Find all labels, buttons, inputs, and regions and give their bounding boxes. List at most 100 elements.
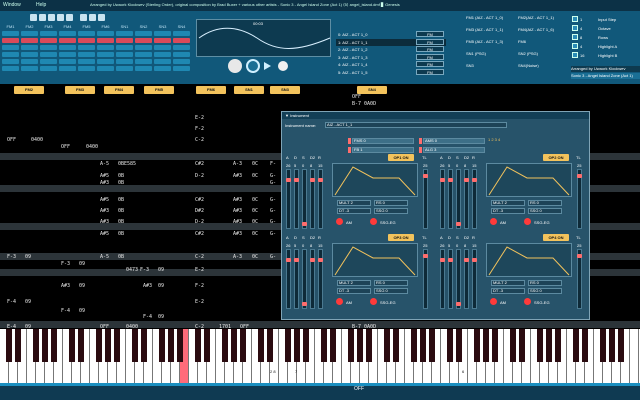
channel-header-fm5[interactable]: FM5 [144, 86, 174, 94]
tracker-cell[interactable]: 09 [158, 267, 164, 273]
piano-black-key[interactable] [330, 329, 336, 362]
matrix-cell[interactable] [59, 59, 76, 64]
am-toggle[interactable] [490, 218, 497, 225]
matrix-cell[interactable] [116, 38, 133, 43]
tl-slider[interactable] [423, 169, 428, 229]
piano-black-key[interactable] [159, 329, 165, 362]
tracker-cell[interactable]: 0B [118, 254, 124, 260]
matrix-cell[interactable] [135, 52, 152, 57]
tracker-cell[interactable]: 0C [252, 161, 258, 167]
tl-slider[interactable] [577, 249, 582, 309]
param-slider[interactable] [464, 249, 469, 309]
dt-field[interactable]: DT -3 [337, 208, 371, 214]
slider-knob[interactable] [456, 302, 461, 306]
tracker-cell[interactable]: OFF [352, 94, 361, 100]
matrix-cell[interactable] [154, 31, 171, 36]
slider-knob[interactable] [577, 254, 582, 258]
piano-black-key[interactable] [321, 329, 327, 362]
rs-field[interactable]: RS 0 [528, 280, 562, 286]
tracker-cell[interactable]: F-3 [140, 267, 149, 273]
matrix-cell[interactable] [116, 66, 133, 71]
tracker-cell[interactable]: D-2 [195, 173, 204, 179]
tracker-cell[interactable]: F-4 [61, 308, 70, 314]
am-toggle[interactable] [336, 298, 343, 305]
ssg-eg-toggle[interactable] [370, 298, 377, 305]
tracker-cell[interactable]: E-2 [195, 115, 204, 121]
tracker-cell[interactable]: 09 [25, 299, 31, 305]
pattern-matrix[interactable] [0, 31, 190, 77]
piano-black-key[interactable] [474, 329, 480, 362]
tracker-cell[interactable]: 0B [118, 180, 124, 186]
instrument-item[interactable]: 4: AIZ - ACT 1_4 FM [336, 61, 446, 68]
matrix-cell[interactable] [116, 52, 133, 57]
param-slider[interactable] [456, 249, 461, 309]
matrix-cell[interactable] [173, 45, 190, 50]
matrix-cell[interactable] [97, 45, 114, 50]
piano-black-key[interactable] [96, 329, 102, 362]
toolbar-btn-7[interactable] [89, 14, 96, 21]
piano-black-key[interactable] [411, 329, 417, 362]
tracker-cell[interactable]: 0400 [86, 144, 98, 150]
tracker-cell[interactable]: 0C [252, 231, 258, 237]
tracker-cell[interactable]: 0C [252, 173, 258, 179]
setting-toggle[interactable] [572, 34, 578, 40]
piano-black-key[interactable] [582, 329, 588, 362]
setting-highlight-a[interactable]: 4 Highlight A [572, 42, 640, 50]
slider-knob[interactable] [302, 302, 307, 306]
record-button[interactable] [278, 61, 288, 71]
toolbar-btn-3[interactable] [48, 14, 55, 21]
tracker-cell[interactable]: G- [270, 173, 276, 179]
ssg-field[interactable]: SSG 0 [374, 288, 408, 294]
instrument-item[interactable]: 2: AIZ - ACT 1_2 FM [336, 46, 446, 53]
setting-rows[interactable]: 8 Rows [572, 33, 640, 41]
matrix-cell[interactable] [21, 52, 38, 57]
matrix-cell[interactable] [40, 59, 57, 64]
piano-black-key[interactable] [78, 329, 84, 362]
toolbar-btn-5[interactable] [66, 14, 73, 21]
tracker-cell[interactable]: D#2 [195, 208, 204, 214]
matrix-cell[interactable] [116, 59, 133, 64]
matrix-cell[interactable] [135, 66, 152, 71]
tracker-cell[interactable]: F-4 [7, 299, 16, 305]
tracker-cell[interactable]: A#3 [61, 283, 70, 289]
matrix-cell[interactable] [78, 38, 95, 43]
tracker-cell[interactable]: C-2 [195, 254, 204, 260]
matrix-cell[interactable] [173, 66, 190, 71]
tl-slider[interactable] [423, 249, 428, 309]
tracker-cell[interactable]: F-4 [143, 314, 152, 320]
matrix-cell[interactable] [2, 52, 19, 57]
tracker-cell[interactable]: 09 [79, 283, 85, 289]
slider-knob[interactable] [472, 178, 477, 182]
toolbar-btn-4[interactable] [57, 14, 64, 21]
piano-keyboard[interactable]: 2 8 7 6 [0, 329, 640, 383]
matrix-cell[interactable] [154, 52, 171, 57]
matrix-cell[interactable] [78, 66, 95, 71]
tracker-cell[interactable]: 09 [79, 261, 85, 267]
instrument-name-input[interactable]: AIZ - ACT 1_1 [325, 122, 507, 128]
tracker-cell[interactable]: 09 [158, 314, 164, 320]
dt-field[interactable]: DT -3 [491, 208, 525, 214]
matrix-cell[interactable] [2, 66, 19, 71]
param-slider[interactable] [318, 249, 323, 309]
piano-black-key[interactable] [141, 329, 147, 362]
ssg-eg-toggle[interactable] [524, 298, 531, 305]
tracker-cell[interactable]: 0C [252, 254, 258, 260]
tracker-cell[interactable]: E-2 [195, 267, 204, 273]
piano-black-key[interactable] [573, 329, 579, 362]
tracker-cell[interactable]: C#2 [195, 197, 204, 203]
param-slider[interactable] [472, 249, 477, 309]
piano-black-key[interactable] [519, 329, 525, 362]
instrument-item[interactable]: 3: AIZ - ACT 1_3 FM [336, 53, 446, 61]
slider-knob[interactable] [464, 178, 469, 182]
tracker-cell[interactable]: 0C [252, 219, 258, 225]
slider-knob[interactable] [456, 222, 461, 226]
piano-black-key[interactable] [546, 329, 552, 362]
matrix-cell[interactable] [40, 52, 57, 57]
param-slider[interactable] [286, 249, 291, 309]
setting-toggle[interactable] [572, 16, 578, 22]
piano-black-key[interactable] [492, 329, 498, 362]
slider-knob[interactable] [286, 178, 291, 182]
matrix-cell[interactable] [21, 66, 38, 71]
matrix-cell[interactable] [173, 52, 190, 57]
matrix-cell[interactable] [78, 52, 95, 57]
